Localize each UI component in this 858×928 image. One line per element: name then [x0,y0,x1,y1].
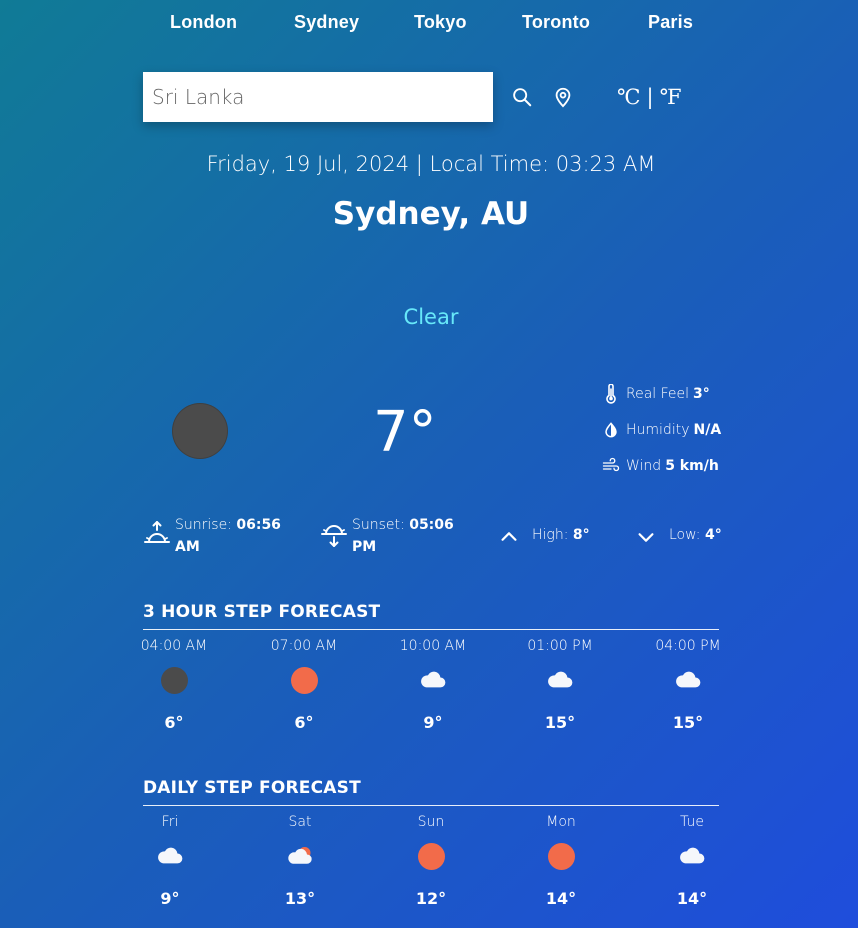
hourly-forecast-item: 10:00 AM 9° [388,638,478,748]
forecast-day: Sun [417,814,445,830]
celsius-button[interactable]: ℃ [617,85,641,109]
daily-forecast-title: DAILY STEP FORECAST [143,777,719,806]
condition-text: Clear [403,305,459,329]
sunset-ampm: PM [352,539,377,555]
weather-app: London Sydney Tokyo Toronto Paris ℃ | ℉ … [141,0,722,928]
forecast-temp: 15° [544,713,576,732]
chevron-down-icon [635,526,657,555]
real-feel-label: Real Feel [626,386,690,402]
hourly-forecast-title: 3 HOUR STEP FORECAST [143,601,719,630]
sun-icon [290,666,318,694]
wind-value: 5 km/h [665,458,719,474]
wind-row: Wind 5 km/h [602,452,719,480]
humidity-row: Humidity N/A [602,416,721,444]
daily-forecast-item: Fri 9° [125,814,215,924]
city-button-tokyo[interactable]: Tokyo [414,8,467,36]
hourly-forecast-item: 07:00 AM 6° [259,638,349,748]
high-info: High: 8° [498,524,608,554]
wind-icon [602,457,620,475]
city-button-toronto[interactable]: Toronto [522,8,590,36]
daily-forecast-item: Mon 14° [516,814,606,924]
forecast-day: Tue [680,814,704,830]
sunrise-info: Sunrise: 06:56 AM [143,514,293,560]
daily-forecast-item: Sat 13° [255,814,345,924]
top-city-nav: London Sydney Tokyo Toronto Paris [143,8,719,38]
sunrise-time: 06:56 [236,517,281,533]
low-value: 4° [704,527,722,543]
sunset-label: Sunset: [352,517,405,533]
cloud-icon [419,666,447,694]
low-label: Low: [669,527,701,543]
forecast-temp: 14° [545,889,577,908]
sunrise-label: Sunrise: [175,517,232,533]
hourly-forecast-item: 01:00 PM 15° [515,638,605,748]
hourly-forecast-item: 04:00 PM 15° [643,638,733,748]
real-feel-value: 3° [693,386,710,402]
location-pin-icon[interactable] [550,84,576,110]
forecast-temp: 13° [284,889,316,908]
forecast-time: 04:00 AM [140,638,208,654]
location-title: Sydney, AU [332,196,530,232]
forecast-temp: 6° [294,713,314,732]
forecast-temp: 9° [160,889,180,908]
daily-forecast-item: Tue 14° [647,814,737,924]
search-icon[interactable] [509,84,535,110]
humidity-value: N/A [693,422,722,438]
sunrise-icon [143,520,171,555]
forecast-time: 04:00 PM [655,638,721,654]
cloud-icon [678,842,706,870]
chevron-up-icon [498,526,520,555]
forecast-temp: 12° [415,889,447,908]
forecast-temp: 15° [672,713,704,732]
sunset-icon [320,520,348,555]
forecast-day: Mon [546,814,576,830]
moon-icon [160,666,188,694]
sunset-info: Sunset: 05:06 PM [320,514,480,560]
date-time-text: Friday, 19 Jul, 2024 | Local Time: 03:23… [206,152,656,176]
forecast-temp: 9° [423,713,443,732]
forecast-temp: 6° [164,713,184,732]
cloud-icon [674,666,702,694]
forecast-day: Fri [161,814,179,830]
hourly-forecast-item: 04:00 AM 6° [129,638,219,748]
moon-icon [172,403,228,459]
city-button-paris[interactable]: Paris [648,8,693,36]
hourly-forecast: 04:00 AM 6° 07:00 AM 6° 10:00 AM 9° 01:0… [141,638,721,748]
forecast-time: 10:00 AM [399,638,467,654]
search-box [143,72,493,122]
humidity-icon [602,421,620,439]
cloud-icon [546,666,574,694]
forecast-day: Sat [288,814,312,830]
sunrise-ampm: AM [175,539,200,555]
unit-toggle: ℃ | ℉ [617,84,682,110]
sun-icon [547,842,575,870]
daily-forecast: Fri 9° Sat 13° Sun 12° Mon 14° Tue 14° [143,814,719,924]
daily-forecast-item: Sun 12° [386,814,476,924]
cloud-icon [156,842,184,870]
fahrenheit-button[interactable]: ℉ [660,85,682,109]
unit-separator: | [646,85,654,109]
forecast-time: 01:00 PM [527,638,593,654]
thermometer-icon [602,384,620,404]
search-input[interactable] [143,72,493,122]
sun-icon [417,842,445,870]
real-feel-row: Real Feel 3° [602,380,710,408]
sunset-time: 05:06 [409,517,454,533]
humidity-label: Humidity [626,422,690,438]
sun-cloud-icon [286,842,314,870]
sun-and-range-row: Sunrise: 06:56 AM Sunset: 05:06 PM High:… [143,514,722,560]
city-button-london[interactable]: London [170,8,237,36]
high-value: 8° [572,527,590,543]
wind-label: Wind [626,458,662,474]
low-info: Low: 4° [635,524,722,555]
city-button-sydney[interactable]: Sydney [294,8,359,36]
forecast-time: 07:00 AM [270,638,338,654]
high-label: High: [532,527,569,543]
current-temperature: 7° [373,400,437,465]
forecast-temp: 14° [676,889,708,908]
